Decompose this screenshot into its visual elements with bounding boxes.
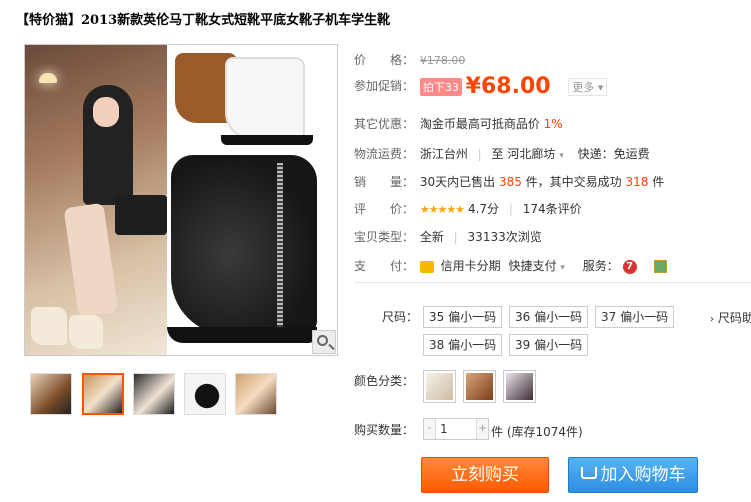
thumbnail-4[interactable] bbox=[184, 373, 226, 415]
thumbnail-5[interactable] bbox=[235, 373, 277, 415]
shipping-destination[interactable]: 河北廊坊 bbox=[507, 147, 555, 161]
payment-row: 支 付： 信用卡分期 快捷支付 ▾ 服务： 7 bbox=[354, 257, 668, 274]
chevron-down-icon[interactable]: ▾ bbox=[560, 263, 565, 273]
shipping-from: 浙江台州 bbox=[419, 147, 468, 161]
zoom-button[interactable] bbox=[312, 330, 336, 354]
size-option-37[interactable]: 37 偏小一码 bbox=[595, 306, 675, 328]
other-text: 淘金币最高可抵商品价 bbox=[419, 117, 540, 131]
color-option-black[interactable] bbox=[503, 370, 536, 403]
quantity-minus-button[interactable]: - bbox=[424, 419, 436, 439]
view-count: 33133次浏览 bbox=[467, 230, 542, 244]
promo-label: 参加促销： bbox=[354, 79, 415, 93]
main-product-image[interactable] bbox=[24, 44, 338, 356]
promo-price: 68.00 bbox=[480, 74, 551, 99]
thumbnail-1[interactable] bbox=[30, 373, 72, 415]
installment-option[interactable]: 信用卡分期 bbox=[441, 259, 501, 273]
size-option-38[interactable]: 38 偏小一码 bbox=[423, 334, 503, 356]
promo-currency: ¥ bbox=[465, 74, 481, 99]
size-option-35[interactable]: 35 偏小一码 bbox=[423, 306, 503, 328]
magnifier-icon bbox=[317, 335, 328, 346]
rating-label: 评 价： bbox=[354, 202, 415, 216]
more-promos-button[interactable]: 更多 ▾ bbox=[568, 77, 608, 96]
color-option-white[interactable] bbox=[423, 370, 456, 403]
promo-row: 参加促销： 拍下33 ¥68.00 更多 ▾ bbox=[354, 74, 608, 99]
thumbnail-2[interactable] bbox=[82, 373, 124, 415]
thumbnail-3[interactable] bbox=[133, 373, 175, 415]
other-percent: 1% bbox=[543, 117, 563, 131]
stock-info: 件 (库存1074件) bbox=[491, 425, 583, 439]
size-label: 尺码： bbox=[382, 310, 419, 324]
type-row: 宝贝类型： 全新 | 33133次浏览 bbox=[354, 230, 542, 244]
other-discount-row: 其它优惠： 淘金币最高可抵商品价 1% bbox=[354, 115, 563, 132]
sales-success: 318 bbox=[625, 175, 649, 189]
size-option-39[interactable]: 39 偏小一码 bbox=[509, 334, 589, 356]
add-to-cart-label: 加入购物车 bbox=[600, 465, 686, 485]
shipping-to-prefix: 至 bbox=[491, 147, 504, 161]
seven-day-return-icon[interactable]: 7 bbox=[622, 259, 637, 274]
product-title: 【特价猫】2013新款英伦马丁靴女式短靴平底女靴子机车学生靴 bbox=[16, 13, 391, 28]
promo-tag: 拍下33 bbox=[419, 77, 462, 96]
credit-card-icon bbox=[419, 260, 434, 273]
add-to-cart-button[interactable]: 加入购物车 bbox=[568, 457, 698, 493]
quantity-input[interactable] bbox=[437, 419, 475, 439]
size-chart-link[interactable]: › 尺码助 bbox=[710, 309, 751, 326]
condition: 全新 bbox=[419, 230, 444, 244]
quick-pay-option[interactable]: 快捷支付 bbox=[509, 259, 557, 273]
rating-row: 评 价： ★★★★★ 4.7分 | 174条评价 bbox=[354, 202, 582, 216]
sales-suffix: 件 bbox=[652, 175, 665, 189]
chevron-down-icon[interactable]: ▾ bbox=[559, 151, 564, 161]
size-option-36[interactable]: 36 偏小一码 bbox=[509, 306, 589, 328]
quantity-label: 购买数量： bbox=[354, 423, 415, 437]
shipping-row: 物流运费： 浙江台州 | 至 河北廊坊 ▾ 快递：免运费 bbox=[354, 147, 650, 161]
rating-score: 4.7分 bbox=[467, 202, 500, 216]
divider bbox=[354, 282, 751, 283]
sales-label: 销 量： bbox=[354, 175, 415, 189]
lifestyle-photo bbox=[25, 45, 167, 355]
sales-prefix: 30天内已售出 bbox=[419, 175, 496, 189]
original-price: ¥178.00 bbox=[419, 54, 466, 67]
price-label: 价 格： bbox=[354, 53, 415, 67]
price-row: 价 格： ¥178.00 bbox=[354, 51, 465, 68]
type-label: 宝贝类型： bbox=[354, 230, 415, 244]
quantity-stepper: - + bbox=[423, 418, 489, 440]
cart-icon bbox=[580, 467, 597, 479]
shipping-label: 物流运费： bbox=[354, 147, 415, 161]
sales-mid: 件，其中交易成功 bbox=[525, 175, 622, 189]
shipping-fee: 快递：免运费 bbox=[577, 147, 650, 161]
quantity-plus-button[interactable]: + bbox=[476, 419, 488, 439]
boot-product-photo bbox=[167, 45, 337, 355]
reviews-link[interactable]: 174条评价 bbox=[523, 202, 582, 216]
payment-label: 支 付： bbox=[354, 259, 415, 273]
rating-stars-icon: ★★★★★ bbox=[419, 203, 465, 216]
sales-row: 销 量： 30天内已售出 385 件，其中交易成功 318 件 bbox=[354, 173, 664, 190]
guarantee-icon[interactable] bbox=[654, 260, 668, 273]
service-label: 服务： bbox=[582, 259, 619, 273]
sales-count: 385 bbox=[498, 175, 522, 189]
buy-now-button[interactable]: 立刻购买 bbox=[421, 457, 549, 493]
other-label: 其它优惠： bbox=[354, 117, 415, 131]
color-option-brown[interactable] bbox=[463, 370, 496, 403]
color-label: 颜色分类： bbox=[354, 374, 415, 388]
